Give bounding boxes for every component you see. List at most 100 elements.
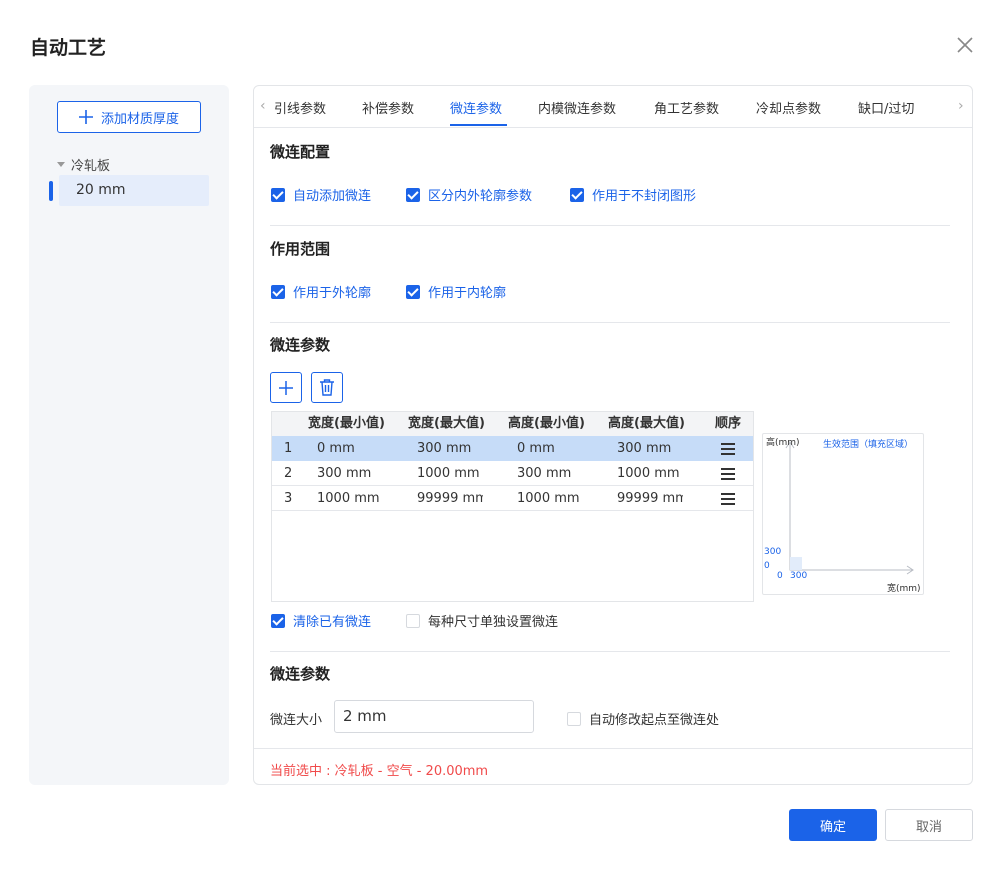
divider — [270, 322, 950, 323]
checkbox-checked-icon[interactable] — [406, 187, 420, 202]
row-index: 3 — [284, 491, 293, 506]
checkbox-checked-icon[interactable] — [271, 187, 285, 202]
dialog-title: 自动工艺 — [30, 37, 107, 59]
checkbox-per-size[interactable]: 每种尺寸单独设置微连 — [406, 611, 558, 630]
checkbox-apply-unclosed-label: 作用于不封闭图形 — [592, 189, 697, 204]
range-axes — [785, 441, 914, 575]
micro-size-label: 微连大小 — [270, 713, 323, 728]
caret-down-icon[interactable] — [57, 162, 65, 167]
divider — [270, 651, 950, 652]
cell-width-max[interactable]: 1000 mm — [417, 461, 505, 486]
chevron-right-icon[interactable]: › — [958, 98, 964, 114]
checkbox-auto-modify-start-label: 自动修改起点至微连处 — [589, 713, 720, 728]
tree-node-material[interactable]: 冷轧板 — [57, 155, 110, 174]
cell-width-max[interactable]: 99999 mm — [417, 486, 483, 511]
cell-width-min[interactable]: 300 mm — [317, 461, 405, 486]
drag-handle-icon[interactable] — [721, 443, 735, 455]
selection-indicator — [49, 181, 53, 201]
checkbox-distinguish[interactable]: 区分内外轮廓参数 — [406, 185, 532, 204]
tab-compensation[interactable]: 补偿参数 — [362, 98, 414, 117]
table-row[interactable]: 3 1000 mm 99999 mm 1000 mm 99999 mm — [272, 486, 753, 511]
delete-row-button[interactable] — [311, 372, 343, 403]
add-row-button[interactable] — [270, 372, 302, 403]
x-tick-left: 0 — [777, 571, 783, 581]
column-header-width-max: 宽度(最大值) — [408, 416, 485, 431]
cell-height-max[interactable]: 99999 mm — [617, 486, 683, 511]
cell-height-min[interactable]: 1000 mm — [517, 486, 605, 511]
checkbox-auto-modify-start[interactable]: 自动修改起点至微连处 — [567, 709, 719, 728]
add-material-thickness-button[interactable]: 添加材质厚度 — [57, 101, 201, 133]
cell-height-max[interactable]: 1000 mm — [617, 461, 705, 486]
column-header-height-max: 高度(最大值) — [608, 416, 685, 431]
tab-inner-micro-joint[interactable]: 内模微连参数 — [538, 98, 616, 117]
x-axis-label: 宽(mm) — [887, 584, 921, 594]
checkbox-inner-contour[interactable]: 作用于内轮廓 — [406, 282, 506, 301]
checkbox-per-size-label: 每种尺寸单独设置微连 — [428, 615, 559, 630]
divider — [270, 225, 950, 226]
checkbox-checked-icon[interactable] — [406, 284, 420, 299]
checkbox-unchecked-icon[interactable] — [406, 613, 420, 628]
drag-handle-icon[interactable] — [721, 493, 735, 505]
table-row[interactable]: 2 300 mm 1000 mm 300 mm 1000 mm — [272, 461, 753, 486]
tab-cooling-point[interactable]: 冷却点参数 — [756, 98, 821, 117]
current-selection-status: 当前选中 : 冷轧板 - 空气 - 20.00mm — [270, 764, 489, 779]
checkbox-apply-unclosed[interactable]: 作用于不封闭图形 — [570, 185, 696, 204]
plus-icon — [279, 380, 293, 395]
section-title-config: 微连配置 — [270, 143, 331, 161]
close-icon[interactable] — [955, 35, 975, 55]
column-header-height-min: 高度(最小值) — [508, 416, 585, 431]
section-title-scope: 作用范围 — [270, 240, 331, 258]
y-axis-label: 高(mm) — [766, 438, 800, 448]
trash-icon — [320, 379, 334, 396]
row-index: 1 — [284, 441, 293, 456]
drag-handle-icon[interactable] — [721, 468, 735, 480]
material-sidebar: 添加材质厚度 冷轧板 20 mm — [29, 85, 229, 785]
tab-micro-joint[interactable]: 微连参数 — [450, 98, 502, 117]
checkbox-clear-existing-label: 清除已有微连 — [293, 615, 372, 630]
active-tab-indicator — [450, 124, 507, 126]
cancel-button[interactable]: 取消 — [885, 809, 973, 841]
parameters-panel: ‹ 引线参数 补偿参数 微连参数 内模微连参数 角工艺参数 冷却点参数 缺口/过… — [253, 85, 973, 785]
micro-size-input[interactable]: 2 mm — [334, 700, 534, 733]
cell-width-max[interactable]: 300 mm — [417, 436, 505, 461]
column-header-order: 顺序 — [715, 416, 742, 431]
tab-lead-in[interactable]: 引线参数 — [274, 98, 326, 117]
x-tick-right: 300 — [790, 571, 808, 581]
checkbox-outer-contour-label: 作用于外轮廓 — [293, 286, 372, 301]
column-header-width-min: 宽度(最小值) — [308, 416, 385, 431]
tree-node-thickness[interactable]: 20 mm — [59, 175, 209, 206]
cell-height-min[interactable]: 300 mm — [517, 461, 605, 486]
table-header: 宽度(最小值) 宽度(最大值) 高度(最小值) 高度(最大值) 顺序 — [272, 412, 753, 436]
checkbox-clear-existing[interactable]: 清除已有微连 — [271, 611, 371, 630]
checkbox-checked-icon[interactable] — [271, 284, 285, 299]
chevron-left-icon[interactable]: ‹ — [260, 98, 266, 114]
row-index: 2 — [284, 466, 293, 481]
plus-icon — [78, 110, 93, 124]
cell-width-min[interactable]: 1000 mm — [317, 486, 405, 511]
checkbox-unchecked-icon[interactable] — [567, 711, 581, 726]
checkbox-inner-contour-label: 作用于内轮廓 — [428, 286, 507, 301]
checkbox-checked-icon[interactable] — [570, 187, 584, 202]
tab-notch-overcut[interactable]: 缺口/过切 — [858, 98, 914, 117]
range-diagram: 高(mm) 生效范围（填充区域） 300 0 0 300 宽(mm) — [762, 433, 924, 595]
confirm-button[interactable]: 确定 — [789, 809, 877, 841]
legend-effective-range: 生效范围（填充区域） — [823, 440, 914, 450]
tab-corner-process[interactable]: 角工艺参数 — [654, 98, 719, 117]
cell-height-max[interactable]: 300 mm — [617, 436, 705, 461]
tree-node-material-label: 冷轧板 — [71, 159, 111, 174]
checkbox-auto-add[interactable]: 自动添加微连 — [271, 185, 371, 204]
divider — [254, 748, 972, 749]
micro-joint-table: 宽度(最小值) 宽度(最大值) 高度(最小值) 高度(最大值) 顺序 1 0 m… — [271, 411, 754, 602]
cell-width-min[interactable]: 0 mm — [317, 436, 405, 461]
checkbox-outer-contour[interactable]: 作用于外轮廓 — [271, 282, 371, 301]
checkbox-checked-icon[interactable] — [271, 613, 285, 628]
y-tick-top: 300 — [764, 547, 782, 557]
add-material-thickness-label: 添加材质厚度 — [100, 111, 179, 127]
table-row[interactable]: 1 0 mm 300 mm 0 mm 300 mm — [272, 436, 753, 461]
tab-bar: ‹ 引线参数 补偿参数 微连参数 内模微连参数 角工艺参数 冷却点参数 缺口/过… — [254, 86, 972, 128]
auto-process-dialog: 自动工艺 添加材质厚度 冷轧板 20 mm ‹ 引线参数 补偿参数 微连参数 内… — [0, 0, 1005, 874]
section-title-params: 微连参数 — [270, 336, 331, 354]
section-title-micro: 微连参数 — [270, 665, 331, 683]
cell-height-min[interactable]: 0 mm — [517, 436, 605, 461]
checkbox-distinguish-label: 区分内外轮廓参数 — [428, 189, 533, 204]
